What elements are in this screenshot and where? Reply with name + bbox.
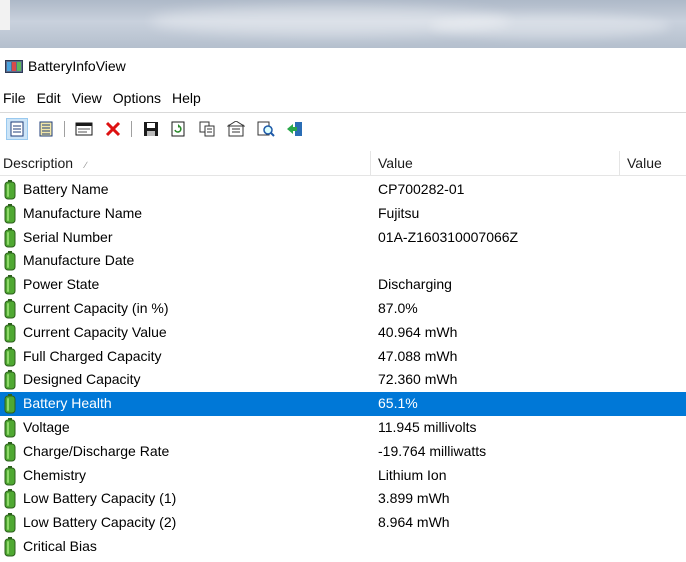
find-icon[interactable] — [255, 118, 277, 140]
menu-view[interactable]: View — [68, 88, 109, 110]
row-value: 65.1% — [378, 395, 418, 412]
table-row[interactable]: Charge/Discharge Rate -19.764 milliwatts — [0, 440, 686, 464]
battery-icon — [4, 227, 16, 248]
html-report-icon[interactable] — [73, 118, 95, 140]
desktop-background — [0, 0, 686, 48]
row-value: 8.964 mWh — [378, 514, 450, 531]
column-divider[interactable] — [370, 151, 371, 175]
table-row[interactable]: Battery Health 65.1% — [0, 392, 686, 416]
column-header-value-2[interactable]: Value — [627, 151, 662, 175]
row-description: Manufacture Name — [23, 204, 143, 221]
row-value: CP700282-01 — [378, 181, 465, 197]
battery-icon — [4, 441, 16, 462]
menu-edit[interactable]: Edit — [33, 88, 68, 110]
table-row[interactable]: Manufacture Name Fujitsu — [0, 202, 686, 226]
table-row[interactable]: Power State Discharging — [0, 273, 686, 297]
menu-bar: File Edit View Options Help — [0, 88, 208, 110]
row-value: 87.0% — [378, 299, 418, 316]
desktop-edge — [0, 0, 10, 30]
row-value: 40.964 mWh — [378, 323, 458, 340]
properties-icon[interactable] — [225, 118, 247, 140]
row-description: Battery Name — [23, 181, 109, 197]
row-value: Fujitsu — [378, 204, 420, 221]
battery-icon — [4, 417, 16, 438]
window-title: BatteryInfoView — [28, 58, 126, 74]
toolbar — [0, 112, 686, 145]
column-header-description[interactable]: Description ∕ — [3, 151, 87, 175]
table-row[interactable]: Designed Capacity 72.360 mWh — [0, 368, 686, 392]
battery-icon — [4, 513, 16, 533]
battery-icon — [4, 346, 16, 367]
properties-view-icon[interactable] — [6, 118, 28, 140]
save-icon[interactable] — [140, 118, 162, 140]
battery-icon — [4, 489, 16, 509]
column-header: Description ∕ Value Value — [0, 151, 686, 176]
row-description: Voltage — [23, 418, 70, 435]
table-row[interactable]: Low Battery Capacity (2) 8.964 mWh — [0, 511, 686, 535]
table-row[interactable]: Current Capacity Value 40.964 mWh — [0, 321, 686, 345]
properties-list: Battery Name CP700282-01 Manufacture Name F… — [0, 178, 686, 559]
table-row[interactable]: Critical Bias — [0, 535, 686, 559]
row-description: Manufacture Date — [23, 252, 135, 269]
toolbar-separator — [131, 121, 132, 137]
row-description: Power State — [23, 276, 100, 293]
row-value: -19.764 milliwatts — [378, 442, 487, 459]
battery-icon — [4, 180, 16, 200]
battery-icon — [4, 370, 16, 390]
table-row[interactable]: Full Charged Capacity 47.088 mWh — [0, 345, 686, 369]
toolbar-separator — [64, 121, 65, 137]
table-row[interactable]: Current Capacity (in %) 87.0% — [0, 297, 686, 321]
row-description: Critical Bias — [23, 537, 97, 554]
sort-ascending-icon: ∕ — [85, 160, 87, 170]
battery-icon — [4, 465, 16, 486]
row-value: 72.360 mWh — [378, 371, 458, 388]
row-description: Chemistry — [23, 466, 87, 483]
row-description: Designed Capacity — [23, 371, 141, 388]
row-value: 47.088 mWh — [378, 347, 458, 364]
menu-help[interactable]: Help — [168, 88, 208, 110]
row-description: Full Charged Capacity — [23, 347, 162, 364]
table-row[interactable]: Chemistry Lithium Ion — [0, 464, 686, 488]
battery-icon — [4, 203, 16, 224]
battery-icon — [4, 536, 16, 557]
row-value: Lithium Ion — [378, 466, 447, 483]
battery-icon — [4, 394, 16, 414]
column-header-description-label: Description — [3, 155, 74, 171]
row-description: Charge/Discharge Rate — [23, 442, 170, 459]
list-view-icon[interactable] — [35, 118, 57, 140]
exit-icon[interactable] — [284, 118, 306, 140]
row-description: Current Capacity Value — [23, 323, 167, 340]
column-header-value[interactable]: Value — [378, 151, 413, 175]
row-description: Low Battery Capacity (1) — [23, 490, 177, 507]
table-row[interactable]: Serial Number 01A-Z160310007066Z — [0, 226, 686, 250]
row-value: Discharging — [378, 276, 452, 293]
row-value: 11.945 millivolts — [378, 418, 477, 435]
cloud-shape — [430, 14, 670, 38]
column-divider[interactable] — [619, 151, 620, 175]
menu-file[interactable]: File — [0, 88, 33, 110]
app-battery-icon — [5, 60, 23, 73]
table-row[interactable]: Manufacture Date — [0, 249, 686, 273]
table-row[interactable]: Voltage 11.945 millivolts — [0, 416, 686, 440]
row-description: Battery Health — [23, 395, 112, 412]
row-description: Current Capacity (in %) — [23, 299, 169, 316]
battery-icon — [4, 251, 16, 271]
battery-icon — [4, 322, 16, 343]
close-red-x-icon[interactable] — [102, 118, 124, 140]
battery-icon — [4, 298, 16, 319]
row-description: Low Battery Capacity (2) — [23, 514, 177, 531]
copy-icon[interactable] — [196, 118, 218, 140]
menu-options[interactable]: Options — [109, 88, 168, 110]
table-row[interactable]: Low Battery Capacity (1) 3.899 mWh — [0, 487, 686, 511]
refresh-icon[interactable] — [167, 118, 189, 140]
table-row[interactable]: Battery Name CP700282-01 — [0, 178, 686, 202]
row-value: 01A-Z160310007066Z — [378, 228, 519, 245]
row-description: Serial Number — [23, 228, 113, 245]
row-value: 3.899 mWh — [378, 490, 450, 507]
battery-icon — [4, 275, 16, 295]
